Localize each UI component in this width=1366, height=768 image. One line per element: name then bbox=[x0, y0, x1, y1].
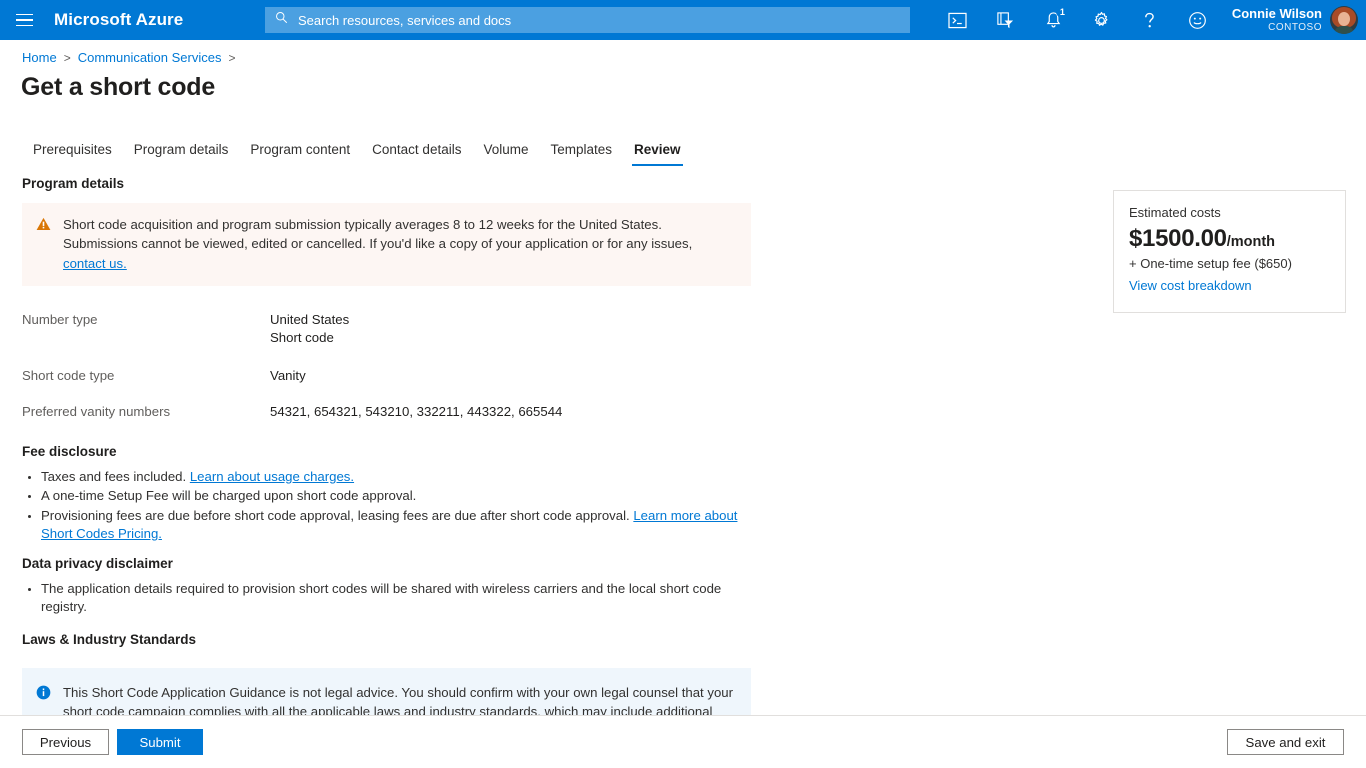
search-input[interactable] bbox=[296, 9, 900, 31]
list-item: A one-time Setup Fee will be charged upo… bbox=[22, 487, 752, 505]
warning-banner-text-body: Short code acquisition and program submi… bbox=[63, 217, 692, 251]
top-bar-icon-group: 1 Connie Wilson CONTOS bbox=[934, 0, 1366, 40]
tab-program-content[interactable]: Program content bbox=[239, 138, 361, 166]
tab-contact-details[interactable]: Contact details bbox=[361, 138, 472, 166]
bullet-text: A one-time Setup Fee will be charged upo… bbox=[41, 488, 416, 503]
detail-label: Preferred vanity numbers bbox=[22, 403, 270, 421]
settings-gear-icon[interactable] bbox=[1078, 0, 1126, 40]
estimated-costs-setup-fee: + One-time setup fee ($650) bbox=[1129, 256, 1329, 271]
breadcrumb-separator-icon: > bbox=[228, 51, 235, 65]
detail-label: Number type bbox=[22, 311, 270, 347]
view-cost-breakdown-link[interactable]: View cost breakdown bbox=[1129, 278, 1252, 293]
learn-about-usage-charges-link[interactable]: Learn about usage charges. bbox=[190, 469, 354, 484]
previous-button[interactable]: Previous bbox=[22, 729, 109, 755]
notifications-bell-icon[interactable]: 1 bbox=[1030, 0, 1078, 40]
warning-banner: Short code acquisition and program submi… bbox=[22, 203, 751, 286]
fee-disclosure-list: Taxes and fees included. Learn about usa… bbox=[22, 468, 752, 544]
tab-prerequisites[interactable]: Prerequisites bbox=[22, 138, 123, 166]
notification-count-badge: 1 bbox=[1056, 5, 1069, 18]
azure-brand-logo[interactable]: Microsoft Azure bbox=[54, 10, 183, 30]
directories-subscriptions-icon[interactable] bbox=[982, 0, 1030, 40]
warning-banner-text: Short code acquisition and program submi… bbox=[63, 215, 737, 273]
list-item: Provisioning fees are due before short c… bbox=[22, 507, 752, 544]
detail-row-preferred-vanity-numbers: Preferred vanity numbers 54321, 654321, … bbox=[22, 403, 782, 421]
contact-us-link[interactable]: contact us. bbox=[63, 256, 127, 271]
tab-templates[interactable]: Templates bbox=[540, 138, 624, 166]
user-name: Connie Wilson bbox=[1232, 7, 1322, 22]
user-organization: CONTOSO bbox=[1232, 22, 1322, 34]
section-heading-data-privacy-disclaimer: Data privacy disclaimer bbox=[22, 556, 1100, 571]
page-title: Get a short code bbox=[21, 73, 215, 102]
bullet-text: The application details required to prov… bbox=[41, 581, 721, 614]
bullet-text: Taxes and fees included. bbox=[41, 469, 190, 484]
breadcrumb: Home > Communication Services > bbox=[22, 50, 236, 65]
estimated-costs-panel: Estimated costs $1500.00 /month + One-ti… bbox=[1113, 190, 1346, 313]
wizard-tab-list: Prerequisites Program details Program co… bbox=[22, 138, 692, 166]
tab-review[interactable]: Review bbox=[623, 138, 692, 166]
help-question-icon[interactable] bbox=[1126, 0, 1174, 40]
global-search-box[interactable] bbox=[265, 7, 910, 33]
user-account-text: Connie Wilson CONTOSO bbox=[1232, 7, 1322, 33]
user-account-menu[interactable]: Connie Wilson CONTOSO bbox=[1222, 0, 1366, 40]
feedback-smiley-icon[interactable] bbox=[1174, 0, 1222, 40]
breadcrumb-item-communication-services[interactable]: Communication Services bbox=[78, 50, 222, 65]
detail-value: United States Short code bbox=[270, 311, 349, 347]
detail-row-short-code-type: Short code type Vanity bbox=[22, 367, 782, 385]
search-icon bbox=[275, 11, 288, 29]
cloud-shell-icon[interactable] bbox=[934, 0, 982, 40]
wizard-footer-bar: Previous Submit Save and exit bbox=[0, 715, 1366, 768]
section-heading-fee-disclosure: Fee disclosure bbox=[22, 444, 1100, 459]
hamburger-menu-icon[interactable] bbox=[0, 0, 48, 40]
detail-value: 54321, 654321, 543210, 332211, 443322, 6… bbox=[270, 403, 562, 421]
bullet-text: Provisioning fees are due before short c… bbox=[41, 508, 633, 523]
info-circle-icon bbox=[36, 685, 51, 705]
tab-program-details[interactable]: Program details bbox=[123, 138, 240, 166]
estimated-costs-label: Estimated costs bbox=[1129, 205, 1329, 220]
list-item: Taxes and fees included. Learn about usa… bbox=[22, 468, 752, 486]
tab-volume[interactable]: Volume bbox=[472, 138, 539, 166]
warning-triangle-icon bbox=[36, 217, 51, 236]
data-privacy-list: The application details required to prov… bbox=[22, 580, 752, 617]
avatar bbox=[1330, 6, 1358, 34]
save-and-exit-button[interactable]: Save and exit bbox=[1227, 729, 1344, 755]
section-heading-laws-industry-standards: Laws & Industry Standards bbox=[22, 632, 1100, 647]
azure-top-navigation-bar: Microsoft Azure bbox=[0, 0, 1366, 40]
review-content-area: Program details Short code acquisition a… bbox=[0, 176, 1100, 756]
section-heading-program-details: Program details bbox=[22, 176, 1100, 191]
detail-label: Short code type bbox=[22, 367, 270, 385]
breadcrumb-separator-icon: > bbox=[64, 51, 71, 65]
submit-button[interactable]: Submit bbox=[117, 729, 203, 755]
estimated-costs-amount-row: $1500.00 /month bbox=[1129, 225, 1329, 253]
detail-value: Vanity bbox=[270, 367, 306, 385]
estimated-costs-period: /month bbox=[1227, 234, 1275, 250]
breadcrumb-item-home[interactable]: Home bbox=[22, 50, 57, 65]
detail-row-number-type: Number type United States Short code bbox=[22, 311, 782, 347]
estimated-costs-amount: $1500.00 bbox=[1129, 225, 1227, 253]
list-item: The application details required to prov… bbox=[22, 580, 752, 617]
